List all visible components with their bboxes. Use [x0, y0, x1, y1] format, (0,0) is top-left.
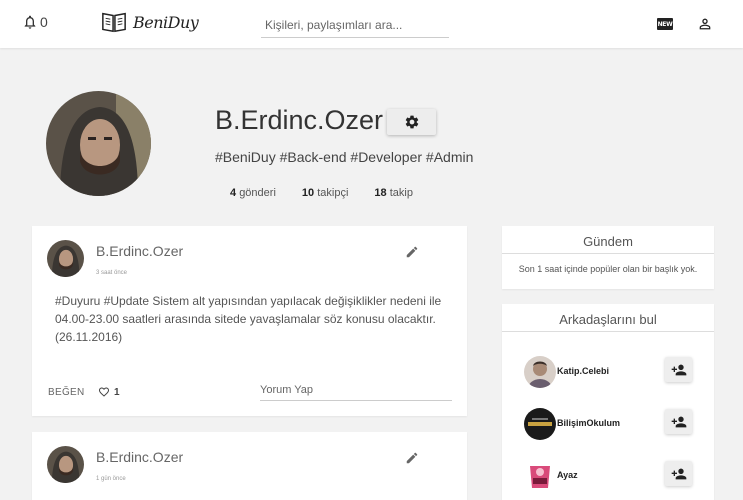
pencil-icon[interactable]: [405, 451, 419, 465]
person-add-icon: [671, 468, 686, 479]
logo-text: BeniDuy: [133, 12, 199, 32]
add-friend-button[interactable]: [665, 409, 692, 434]
comment-input[interactable]: [260, 379, 452, 401]
post-card: B.Erdinc.Ozer 3 saat önce #Duyuru #Updat…: [32, 226, 467, 416]
stat-label: gönderi: [239, 187, 276, 199]
post-avatar[interactable]: [47, 240, 84, 277]
gear-icon: [405, 115, 418, 129]
stat-count: 18: [374, 187, 387, 199]
post-time: 1 gün önce: [96, 476, 126, 482]
stat-label: takipçi: [317, 187, 349, 199]
profile-name: B.Erdinc.Ozer: [215, 105, 384, 135]
settings-button[interactable]: [387, 109, 436, 135]
new-badge-icon[interactable]: NEW: [657, 18, 673, 30]
stat-followers[interactable]: 10 takipçi: [302, 187, 349, 199]
add-friend-button[interactable]: [665, 357, 692, 382]
book-icon: [102, 12, 126, 33]
friend-avatar[interactable]: [524, 356, 556, 388]
post-avatar[interactable]: [47, 446, 84, 483]
post-text: #Duyuru #Update Sistem alt yapısından ya…: [55, 294, 442, 344]
person-icon[interactable]: [697, 16, 713, 32]
person-add-icon: [671, 364, 686, 375]
stat-count: 10: [301, 187, 315, 199]
bell-icon: [24, 15, 36, 29]
profile-stats: 4 gönderi 10 takipçi 18 takip: [230, 187, 439, 199]
find-friends-title: Arkadaşlarını bul: [502, 304, 714, 332]
profile-avatar: [46, 91, 151, 196]
top-bar: 0 BeniDuy NEW: [0, 0, 743, 48]
stat-posts[interactable]: 4 gönderi: [230, 187, 276, 199]
post-card: B.Erdinc.Ozer 1 gün önce: [32, 432, 467, 500]
stat-count: 4: [230, 187, 237, 199]
friend-name[interactable]: Katip.Celebi: [557, 366, 609, 376]
like-button[interactable]: BEĞEN: [48, 387, 85, 398]
post-author[interactable]: B.Erdinc.Ozer: [96, 243, 183, 259]
pencil-icon[interactable]: [405, 245, 419, 259]
notification-count: 0: [40, 14, 48, 30]
add-friend-button[interactable]: [665, 461, 692, 486]
friend-avatar[interactable]: [524, 460, 556, 492]
friend-suggestion: Ayaz: [524, 460, 694, 492]
notifications[interactable]: 0: [22, 14, 48, 30]
stat-following[interactable]: 18 takip: [374, 187, 413, 199]
stat-label: takip: [389, 187, 413, 199]
search-input[interactable]: [261, 12, 449, 38]
like-count[interactable]: 1: [98, 386, 120, 398]
post-author[interactable]: B.Erdinc.Ozer: [96, 449, 183, 465]
person-add-icon: [671, 416, 686, 427]
heart-outline-icon: [99, 387, 109, 397]
like-count-value: 1: [114, 386, 120, 398]
friend-name[interactable]: Ayaz: [557, 470, 578, 480]
logo[interactable]: BeniDuy: [101, 10, 199, 34]
friend-suggestion: BilişimOkulum: [524, 408, 694, 440]
trend-title: Gündem: [502, 226, 714, 254]
friend-avatar[interactable]: [524, 408, 556, 440]
post-time: 3 saat önce: [96, 270, 128, 276]
find-friends-widget: Arkadaşlarını bul Katip.Celebi BilişimOk…: [502, 304, 714, 500]
profile-tags: #BeniDuy #Back-end #Developer #Admin: [215, 149, 474, 165]
trend-text: Son 1 saat içinde popüler olan bir başlı…: [518, 264, 698, 274]
friend-suggestion: Katip.Celebi: [524, 356, 694, 388]
trend-widget: Gündem Son 1 saat içinde popüler olan bi…: [502, 226, 714, 289]
friend-name[interactable]: BilişimOkulum: [557, 418, 620, 428]
